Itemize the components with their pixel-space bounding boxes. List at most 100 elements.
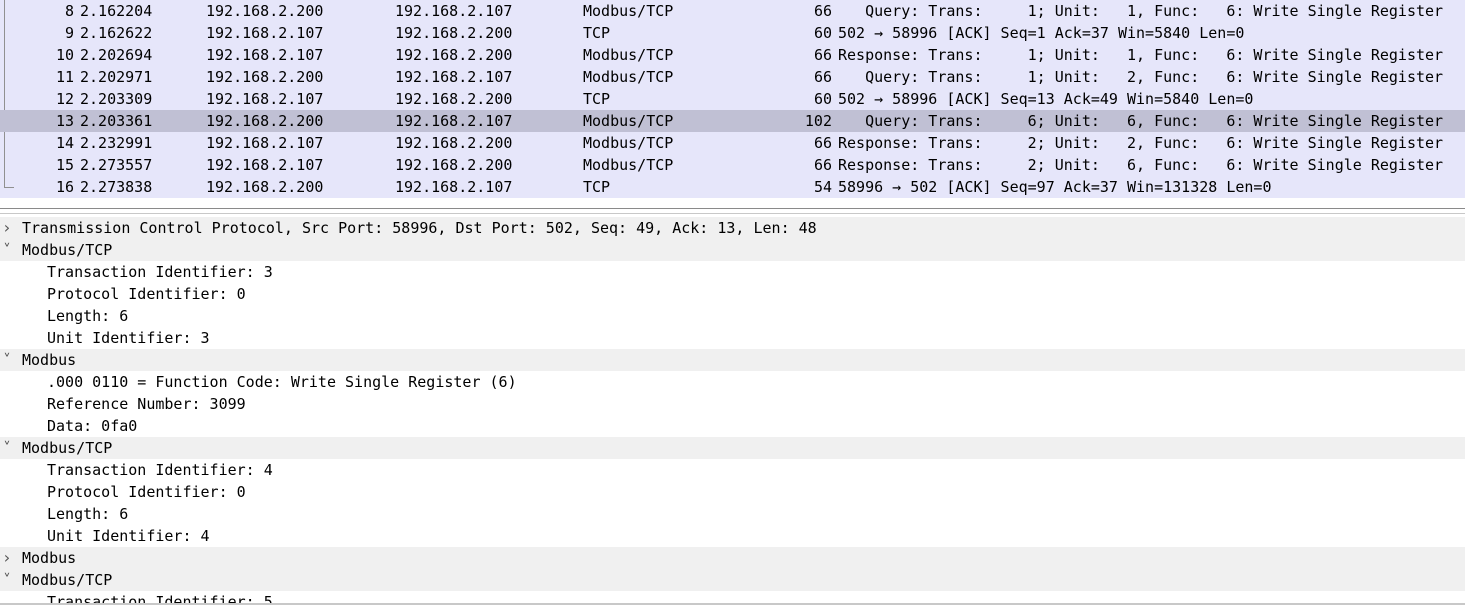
chevron-down-icon[interactable]: ˅ (0, 349, 14, 371)
packet-info: Response: Trans: 2; Unit: 6, Func: 6: Wr… (838, 156, 1444, 174)
detail-row[interactable]: ˅ Modbus/TCP (0, 239, 1465, 261)
detail-field-label: Protocol Identifier: 0 (47, 285, 246, 303)
detail-row[interactable]: ˅ Modbus (0, 349, 1465, 371)
packet-number: 15 (55, 156, 74, 174)
packet-time: 2.273838 (80, 178, 153, 196)
chevron-right-icon[interactable]: › (0, 547, 14, 569)
detail-row[interactable]: › Modbus (0, 547, 1465, 569)
packet-destination: 192.168.2.200 (395, 90, 513, 108)
detail-row[interactable]: Unit Identifier: 4 (0, 525, 1465, 547)
packet-row-selected[interactable]: 13 2.203361 192.168.2.200 192.168.2.107 Modb… (0, 110, 1465, 132)
detail-field-label: Unit Identifier: 3 (47, 329, 210, 347)
detail-row[interactable]: .000 0110 = Function Code: Write Single … (0, 371, 1465, 393)
packet-row[interactable]: 11 2.202971 192.168.2.200 192.168.2.107 Modb… (0, 66, 1465, 88)
packet-row[interactable]: 10 2.202694 192.168.2.107 192.168.2.200 Modb… (0, 44, 1465, 66)
detail-section-label: Modbus/TCP (22, 571, 113, 589)
packet-info: Response: Trans: 2; Unit: 2, Func: 6: Wr… (838, 134, 1444, 152)
packet-length: 66 (813, 2, 832, 20)
detail-row[interactable]: ˅ Modbus/TCP (0, 569, 1465, 591)
packet-source: 192.168.2.107 (206, 134, 324, 152)
packet-info: Query: Trans: 1; Unit: 2, Func: 6: Write… (838, 68, 1444, 86)
packet-time: 2.232991 (80, 134, 153, 152)
packet-destination: 192.168.2.200 (395, 46, 513, 64)
packet-info: 58996 → 502 [ACK] Seq=97 Ack=37 Win=1313… (838, 178, 1272, 196)
packet-length: 66 (813, 156, 832, 174)
packet-length: 66 (813, 46, 832, 64)
packet-source: 192.168.2.107 (206, 24, 324, 42)
chevron-down-icon[interactable]: ˅ (0, 239, 14, 261)
detail-row[interactable]: Reference Number: 3099 (0, 393, 1465, 415)
packet-source: 192.168.2.200 (206, 178, 324, 196)
detail-row[interactable]: Protocol Identifier: 0 (0, 283, 1465, 305)
packet-row[interactable]: 8 2.162204 192.168.2.200 192.168.2.107 Modbu… (0, 0, 1465, 22)
packet-destination: 192.168.2.200 (395, 134, 513, 152)
packet-number: 12 (55, 90, 74, 108)
packet-length: 54 (813, 178, 832, 196)
detail-row[interactable]: › Transmission Control Protocol, Src Port… (0, 217, 1465, 239)
detail-section-label: Modbus/TCP (22, 241, 113, 259)
packet-details-tree[interactable]: › Transmission Control Protocol, Src Port… (0, 217, 1465, 605)
packet-row[interactable]: 15 2.273557 192.168.2.107 192.168.2.200 Modb… (0, 154, 1465, 176)
packet-protocol: Modbus/TCP (583, 112, 674, 130)
splitter-line (0, 213, 1465, 214)
packet-row[interactable]: 9 2.162622 192.168.2.107 192.168.2.200 TCP 60… (0, 22, 1465, 44)
packet-time: 2.162204 (80, 2, 153, 20)
packet-info: 502 → 58996 [ACK] Seq=13 Ack=49 Win=5840… (838, 90, 1254, 108)
packet-time: 2.202971 (80, 68, 153, 86)
packet-list[interactable]: 8 2.162204 192.168.2.200 192.168.2.107 Modbu… (0, 0, 1465, 198)
packet-length: 102 (804, 112, 832, 130)
packet-row[interactable]: 14 2.232991 192.168.2.107 192.168.2.200 Modb… (0, 132, 1465, 154)
packet-row[interactable]: 12 2.203309 192.168.2.107 192.168.2.200 TCP 6… (0, 88, 1465, 110)
packet-info: Query: Trans: 6; Unit: 6, Func: 6: Write… (838, 112, 1444, 130)
packet-length: 60 (813, 24, 832, 42)
chevron-down-icon[interactable]: ˅ (0, 437, 14, 459)
packet-row[interactable]: 16 2.273838 192.168.2.200 192.168.2.107 TCP 5… (0, 176, 1465, 198)
detail-field-label: Length: 6 (47, 505, 129, 523)
packet-time: 2.162622 (80, 24, 153, 42)
detail-field-label: Transaction Identifier: 3 (47, 263, 273, 281)
detail-row[interactable]: Length: 6 (0, 503, 1465, 525)
packet-number: 8 (64, 2, 74, 20)
packet-source: 192.168.2.107 (206, 156, 324, 174)
packet-number: 9 (64, 24, 74, 42)
detail-row[interactable]: Length: 6 (0, 305, 1465, 327)
detail-field-label: Protocol Identifier: 0 (47, 483, 246, 501)
packet-source: 192.168.2.200 (206, 68, 324, 86)
detail-section-label: Modbus/TCP (22, 439, 113, 457)
packet-number: 16 (55, 178, 74, 196)
detail-row[interactable]: Unit Identifier: 3 (0, 327, 1465, 349)
detail-field-label: Length: 6 (47, 307, 129, 325)
detail-row[interactable]: Transaction Identifier: 4 (0, 459, 1465, 481)
packet-length: 66 (813, 134, 832, 152)
packet-source: 192.168.2.200 (206, 2, 324, 20)
packet-protocol: Modbus/TCP (583, 2, 674, 20)
detail-row[interactable]: Data: 0fa0 (0, 415, 1465, 437)
chevron-down-icon[interactable]: ˅ (0, 569, 14, 591)
packet-length: 66 (813, 68, 832, 86)
packet-info: Query: Trans: 1; Unit: 1, Func: 6: Write… (838, 2, 1444, 20)
chevron-right-icon[interactable]: › (0, 217, 14, 239)
packet-destination: 192.168.2.107 (395, 178, 513, 196)
pane-splitter[interactable] (0, 198, 1465, 216)
packet-info: 502 → 58996 [ACK] Seq=1 Ack=37 Win=5840 … (838, 24, 1245, 42)
packet-protocol: TCP (583, 178, 611, 196)
packet-destination: 192.168.2.107 (395, 68, 513, 86)
detail-row[interactable]: ˅ Modbus/TCP (0, 437, 1465, 459)
packet-number: 14 (55, 134, 74, 152)
detail-field-label: .000 0110 = Function Code: Write Single … (47, 373, 517, 391)
packet-protocol: Modbus/TCP (583, 134, 674, 152)
packet-time: 2.203361 (80, 112, 153, 130)
detail-row[interactable]: Protocol Identifier: 0 (0, 481, 1465, 503)
packet-protocol: Modbus/TCP (583, 68, 674, 86)
detail-section-label: Transmission Control Protocol, Src Port:… (22, 219, 817, 237)
detail-field-label: Transaction Identifier: 4 (47, 461, 273, 479)
packet-length: 60 (813, 90, 832, 108)
detail-section-label: Modbus (22, 351, 77, 369)
packet-number: 11 (55, 68, 74, 86)
packet-source: 192.168.2.200 (206, 112, 324, 130)
detail-field-label: Reference Number: 3099 (47, 395, 246, 413)
packet-protocol: TCP (583, 90, 611, 108)
packet-time: 2.273557 (80, 156, 153, 174)
packet-time: 2.202694 (80, 46, 153, 64)
detail-row[interactable]: Transaction Identifier: 3 (0, 261, 1465, 283)
